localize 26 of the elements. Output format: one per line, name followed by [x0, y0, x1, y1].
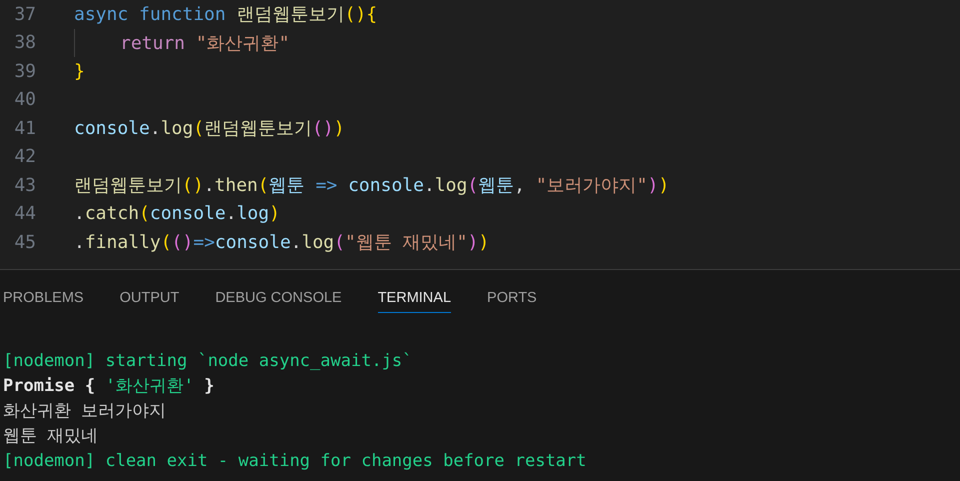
- terminal-line: [nodemon] clean exit - waiting for changes before restart: [3, 450, 586, 473]
- panel-tab[interactable]: TERMINAL: [378, 286, 452, 313]
- line-number: 45: [13, 232, 36, 253]
- line-number: 40: [13, 89, 36, 110]
- code-line: 랜덤웹툰보기().then(웹툰 => console.log(웹툰, "보러가야지")): [74, 174, 670, 198]
- code-line: .finally(()=>console.log("웹툰 재밌네")): [74, 231, 490, 254]
- terminal-line: 웹툰 재밌네: [3, 425, 98, 448]
- line-number: 37: [13, 4, 36, 25]
- code-line: async function 랜덤웹툰보기(){: [74, 3, 378, 26]
- code-line: .catch(console.log): [74, 203, 280, 224]
- terminal-line: Promise { '화산귀환' }: [3, 375, 214, 398]
- line-number: 39: [13, 60, 36, 82]
- line-number: 42: [13, 146, 36, 168]
- panel-tab[interactable]: PORTS: [487, 286, 537, 313]
- panel-tab[interactable]: OUTPUT: [120, 286, 180, 313]
- terminal-line: 화산귀환 보러가야지: [3, 400, 166, 423]
- panel-tab[interactable]: PROBLEMS: [3, 286, 84, 313]
- line-number: 38: [13, 32, 36, 54]
- line-number: 41: [13, 118, 36, 139]
- line-number: 43: [13, 174, 36, 196]
- code-line: console.log(랜덤웹툰보기()): [74, 117, 345, 140]
- panel-tab[interactable]: DEBUG CONSOLE: [215, 286, 342, 313]
- line-number: 44: [13, 203, 36, 224]
- code-line: }: [74, 60, 85, 82]
- terminal-line: [nodemon] starting `node async_await.js`: [3, 350, 412, 373]
- code-line: return "화산귀환": [120, 32, 290, 55]
